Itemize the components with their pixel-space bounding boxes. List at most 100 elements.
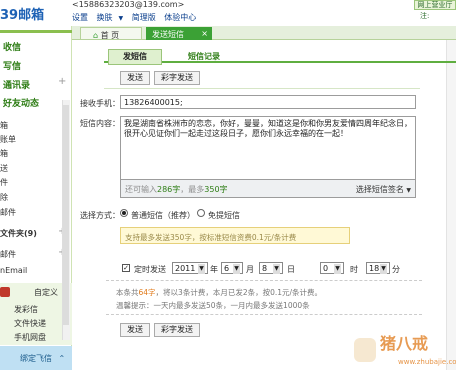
counter-mid: ，最多	[180, 185, 205, 194]
summary-chars: 64字	[138, 288, 156, 297]
minute-value: 18	[369, 264, 380, 273]
sidebar-item-spam[interactable]: 邮件	[0, 207, 16, 218]
day-value: 8	[262, 264, 268, 273]
sidebar-item-nemail[interactable]: nEmail	[0, 266, 27, 275]
recipient-input[interactable]: 13826400015;	[120, 95, 416, 109]
tab-home-label: 首 页	[100, 31, 120, 40]
collapse-icon[interactable]: ⌃	[59, 354, 66, 363]
nav-simple[interactable]: 简理版	[132, 13, 156, 22]
sidebar-item-mail[interactable]: 邮件	[0, 249, 16, 260]
month-value: 6	[224, 264, 230, 273]
header-note: 注:	[420, 12, 430, 20]
year-select[interactable]: 2011 ▼	[172, 262, 208, 274]
signature-label: 选择短信签名	[355, 185, 404, 194]
app-icon[interactable]	[0, 287, 10, 297]
radio-normal-label[interactable]: 普通短信（推荐）	[131, 210, 195, 221]
send-button[interactable]: 发送	[120, 71, 150, 85]
sidebar-item-box[interactable]: 箱	[0, 120, 8, 131]
month-unit: 月	[246, 265, 254, 274]
year-value: 2011	[175, 264, 196, 273]
hour-value: 0	[323, 264, 329, 273]
message-label: 短信内容：	[80, 119, 120, 128]
nav-experience[interactable]: 体验中心	[164, 13, 196, 22]
sidebar-item-friends[interactable]: 好友动态	[3, 96, 39, 109]
sidebar-item-bills[interactable]: 账单	[0, 134, 16, 145]
minute-select[interactable]: 18 ▼	[366, 262, 390, 274]
watermark-text: 猪八戒	[380, 334, 429, 353]
hour-select[interactable]: 0 ▼	[320, 262, 344, 274]
main-scrollbar[interactable]	[446, 40, 456, 370]
sidebar-item-compose[interactable]: 写信	[3, 59, 21, 72]
year-unit: 年	[210, 265, 218, 274]
main-content	[72, 40, 456, 370]
top-header	[0, 0, 456, 26]
schedule-label: 定时发送	[134, 265, 166, 274]
divider	[106, 314, 422, 315]
hour-unit: 时	[350, 265, 358, 274]
cost-summary: 本条共64字，将以3条计费，本月已发2条，按0.1元/条计费。	[116, 287, 322, 298]
chevron-down-icon: ▼	[273, 264, 280, 274]
chevron-down-icon[interactable]: ▼	[119, 15, 124, 22]
sidebar-item-inbox[interactable]: 收信	[3, 40, 21, 53]
radio-handsfree-label[interactable]: 免提短信	[208, 210, 240, 221]
nav-skin[interactable]: 换肤	[97, 13, 113, 22]
counter-max: 350字	[204, 185, 228, 194]
nav-settings[interactable]: 设置	[72, 13, 88, 22]
method-hint: 支持最多发送350字，按标准短信资费0.1元/条计费	[120, 227, 350, 244]
top-nav: 设置 换肤 ▼ 简理版 体验中心	[72, 12, 202, 23]
counter-prefix: 还可输入	[125, 185, 157, 194]
radio-handsfree-sms[interactable]	[197, 209, 205, 217]
tool-cloud-drive[interactable]: 手机网盘	[14, 332, 46, 343]
sidebar-scroll-thumb[interactable]	[63, 105, 69, 325]
char-counter-bar: 还可输入286字，最多350字 选择短信签名 ▼	[120, 180, 416, 198]
radio-normal-sms[interactable]	[120, 209, 128, 217]
chevron-down-icon: ▼	[380, 264, 387, 274]
day-unit: 日	[287, 265, 295, 274]
tip-text: 温馨提示：一天内最多发送50条，一月内最多发送1000条	[116, 301, 310, 310]
month-select[interactable]: 6 ▼	[221, 262, 243, 274]
tab-sms-label: 发送短信	[152, 30, 184, 39]
tab-sms-records[interactable]: 短信记录	[188, 51, 220, 62]
method-label: 选择方式：	[80, 211, 120, 220]
radio-dot	[122, 211, 126, 215]
sidebar-item-draft[interactable]: 件	[0, 177, 8, 188]
counter-remaining: 286字	[157, 185, 181, 194]
sidebar-item-contacts[interactable]: 通讯录	[3, 78, 30, 91]
day-select[interactable]: 8 ▼	[259, 262, 283, 274]
logo[interactable]: 39邮箱	[0, 4, 44, 23]
recipient-label: 接收手机：	[80, 99, 120, 108]
minute-unit: 分	[392, 265, 400, 274]
chevron-down-icon: ▼	[233, 264, 240, 274]
chevron-down-icon: ▼	[334, 264, 341, 274]
account-email: <15886323203@139.com>	[72, 0, 185, 9]
expand-plus-icon[interactable]: +	[58, 76, 66, 87]
sidebar-top-strip	[0, 30, 72, 33]
bind-fetion-bar[interactable]: 绑定飞信 ⌃	[0, 346, 72, 370]
tool-file-express[interactable]: 文件快递	[14, 318, 46, 329]
online-hall-button[interactable]: 网上营业厅	[414, 0, 456, 10]
message-textarea[interactable]: 我是湖南省株洲市的恋恋，你好，曼曼，知道这是你和你男友爱情四周年纪念日，很开心见…	[120, 116, 416, 180]
tab-send-sms-sub[interactable]: 发短信	[108, 49, 162, 65]
tab-home[interactable]: ⌂ 首 页	[80, 27, 142, 40]
sidebar-item-folders[interactable]: 文件夹(9)	[0, 228, 37, 239]
divider	[104, 88, 420, 89]
sidebar-item-box2[interactable]: 箱	[0, 148, 8, 159]
chevron-down-icon: ▼	[406, 187, 411, 194]
schedule-checkbox[interactable]: ✓	[122, 264, 130, 272]
watermark-url: www.zhubajie.com	[398, 358, 456, 366]
signature-select[interactable]: 选择短信签名 ▼	[356, 184, 411, 195]
home-icon: ⌂	[93, 31, 99, 40]
summary-rest: ，将以3条计费，本月已发2条，按0.1元/条计费。	[155, 288, 323, 297]
sidebar-item-deleted[interactable]: 除	[0, 192, 8, 203]
divider	[106, 280, 422, 281]
tool-mms[interactable]: 发彩信	[14, 304, 38, 315]
tab-send-sms[interactable]: 发送短信 ×	[146, 27, 212, 40]
close-icon[interactable]: ×	[201, 29, 208, 38]
bind-fetion-label: 绑定飞信	[20, 354, 52, 363]
sidebar-item-sent[interactable]: 送	[0, 163, 8, 174]
send-button-bottom[interactable]: 发送	[120, 323, 150, 337]
mms-send-button-bottom[interactable]: 彩字发送	[154, 323, 200, 337]
watermark-emblem	[354, 338, 376, 362]
mms-send-button[interactable]: 彩字发送	[154, 71, 200, 85]
customize-link[interactable]: 自定义	[34, 287, 58, 298]
